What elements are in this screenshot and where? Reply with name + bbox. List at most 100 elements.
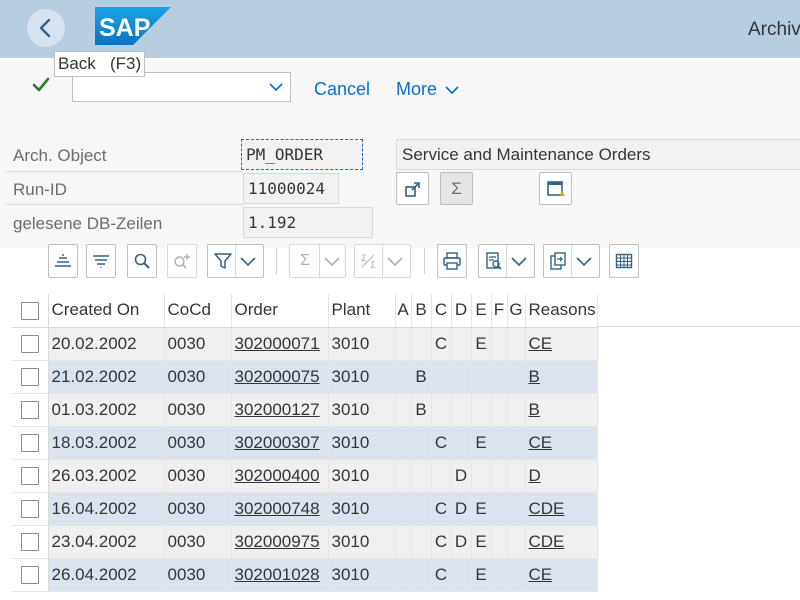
- order-link[interactable]: 302000071: [235, 334, 320, 353]
- reasons-link[interactable]: D: [529, 466, 541, 485]
- cell-order: 302000127: [231, 393, 329, 427]
- cell-f: [491, 426, 508, 460]
- row-checkbox[interactable]: [20, 434, 39, 453]
- cell-f: [491, 558, 508, 592]
- row-checkbox[interactable]: [20, 467, 39, 486]
- filter-button[interactable]: [207, 244, 264, 278]
- navigate-button[interactable]: [396, 172, 429, 205]
- find-button[interactable]: [127, 244, 157, 278]
- table-row[interactable]: 26.04.2002 0030 302001028 3010 C E CE: [12, 558, 598, 592]
- subtotal-button[interactable]: ΣΣ: [354, 244, 411, 278]
- order-link[interactable]: 302000975: [235, 532, 320, 551]
- reasons-link[interactable]: B: [529, 367, 540, 386]
- cell-e: [471, 459, 492, 493]
- column-header[interactable]: A: [395, 294, 412, 328]
- table-row[interactable]: 23.04.2002 0030 302000975 3010 C D E CDE: [12, 525, 598, 559]
- reasons-link[interactable]: CE: [529, 334, 553, 353]
- column-header[interactable]: G: [507, 294, 526, 328]
- run-id-field[interactable]: 11000024: [243, 173, 339, 204]
- total-button[interactable]: Σ: [289, 244, 346, 278]
- row-select-cell[interactable]: [12, 426, 49, 460]
- arch-object-description: Service and Maintenance Orders: [396, 139, 800, 170]
- cell-d: D: [451, 525, 472, 559]
- column-header[interactable]: B: [411, 294, 432, 328]
- order-link[interactable]: 302000748: [235, 499, 320, 518]
- sort-descending-button[interactable]: [86, 244, 116, 278]
- cell-plant: 3010: [328, 393, 396, 427]
- sort-ascending-button[interactable]: [48, 244, 78, 278]
- table-row[interactable]: 16.04.2002 0030 302000748 3010 C D E CDE: [12, 492, 598, 526]
- table-row[interactable]: 26.03.2002 0030 302000400 3010 D D: [12, 459, 598, 493]
- reasons-link[interactable]: CDE: [529, 532, 565, 551]
- reasons-link[interactable]: B: [529, 400, 540, 419]
- print-button[interactable]: [437, 244, 467, 278]
- row-checkbox[interactable]: [20, 500, 39, 519]
- select-all-cell[interactable]: [12, 294, 49, 328]
- column-header[interactable]: Reasons: [525, 294, 598, 328]
- reasons-link[interactable]: CE: [529, 433, 553, 452]
- chevron-down-icon[interactable]: [268, 81, 284, 93]
- app-title: Archiv: [748, 19, 800, 40]
- column-header[interactable]: E: [471, 294, 492, 328]
- settings-button[interactable]: [539, 172, 572, 205]
- svg-text:SAP: SAP: [99, 14, 150, 42]
- row-select-cell[interactable]: [12, 558, 49, 592]
- sort-descending-icon: [93, 255, 109, 268]
- chevron-down-icon: [445, 86, 459, 95]
- table-row[interactable]: 18.03.2002 0030 302000307 3010 C E CE: [12, 426, 598, 460]
- order-link[interactable]: 302000307: [235, 433, 320, 452]
- row-select-cell[interactable]: [12, 360, 49, 394]
- row-checkbox[interactable]: [20, 368, 39, 387]
- table-row[interactable]: 21.02.2002 0030 302000075 3010 B B: [12, 360, 598, 394]
- row-select-cell[interactable]: [12, 459, 49, 493]
- column-header[interactable]: Order: [231, 294, 329, 328]
- order-link[interactable]: 302000400: [235, 466, 320, 485]
- cell-e: E: [471, 492, 492, 526]
- cell-b: B: [411, 360, 432, 394]
- cell-plant: 3010: [328, 558, 396, 592]
- select-all-checkbox[interactable]: [20, 301, 39, 320]
- cell-order: 302001028: [231, 558, 329, 592]
- column-header[interactable]: CoCd: [164, 294, 232, 328]
- arch-object-field[interactable]: PM_ORDER: [241, 139, 363, 170]
- sum-button[interactable]: Σ: [440, 172, 473, 205]
- row-select-cell[interactable]: [12, 327, 49, 361]
- back-button[interactable]: [27, 9, 65, 47]
- cell-a: [395, 426, 412, 460]
- column-header[interactable]: D: [451, 294, 472, 328]
- row-checkbox[interactable]: [20, 401, 39, 420]
- cell-d: [451, 426, 472, 460]
- cancel-button[interactable]: Cancel: [314, 79, 370, 100]
- table-row[interactable]: 20.02.2002 0030 302000071 3010 C E CE: [12, 327, 598, 361]
- column-header[interactable]: C: [431, 294, 452, 328]
- order-link[interactable]: 302000127: [235, 400, 320, 419]
- column-header[interactable]: Plant: [328, 294, 396, 328]
- order-link[interactable]: 302001028: [235, 565, 320, 584]
- views-button[interactable]: [478, 244, 535, 278]
- row-checkbox[interactable]: [20, 566, 39, 585]
- row-select-cell[interactable]: [12, 393, 49, 427]
- divider: [5, 171, 243, 172]
- column-header[interactable]: Created On: [48, 294, 165, 328]
- row-select-cell[interactable]: [12, 492, 49, 526]
- more-button[interactable]: More: [396, 79, 460, 100]
- export-button[interactable]: [543, 244, 600, 278]
- row-checkbox[interactable]: [20, 533, 39, 552]
- back-tooltip: Back (F3): [54, 51, 146, 77]
- check-icon[interactable]: [32, 77, 50, 93]
- find-next-button[interactable]: [167, 244, 197, 278]
- cell-c: [431, 459, 452, 493]
- row-select-cell[interactable]: [12, 525, 49, 559]
- column-header[interactable]: F: [491, 294, 508, 328]
- row-checkbox[interactable]: [20, 335, 39, 354]
- table-row[interactable]: 01.03.2002 0030 302000127 3010 B B: [12, 393, 598, 427]
- order-link[interactable]: 302000075: [235, 367, 320, 386]
- print-icon: [443, 252, 461, 270]
- reasons-link[interactable]: CE: [529, 565, 553, 584]
- layout-button[interactable]: [609, 244, 639, 278]
- cell-g: [507, 492, 526, 526]
- orders-grid: Created On CoCd Order Plant A B C D E F …: [12, 294, 598, 592]
- grid-header-row: Created On CoCd Order Plant A B C D E F …: [12, 294, 598, 328]
- cell-reasons: CE: [525, 558, 598, 592]
- reasons-link[interactable]: CDE: [529, 499, 565, 518]
